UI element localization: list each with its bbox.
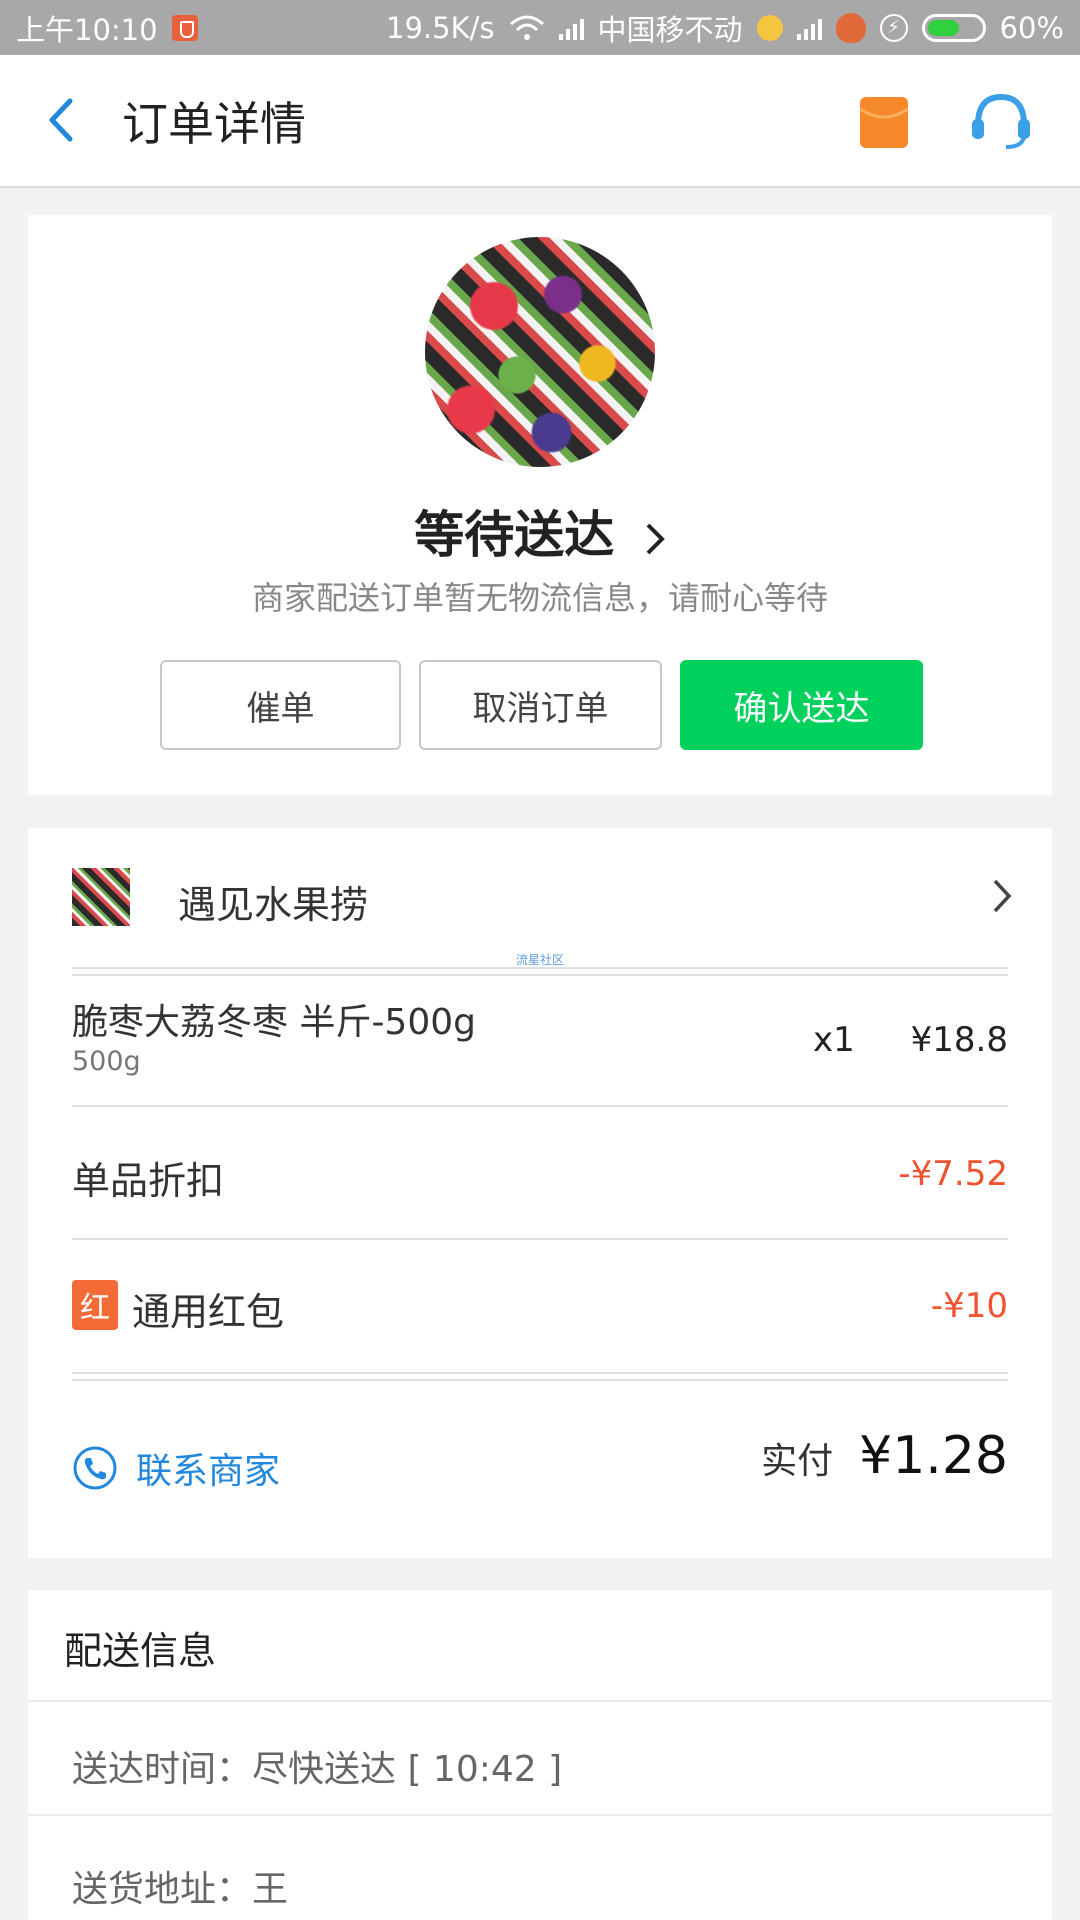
carrier-name: 中国移不动 bbox=[597, 12, 743, 47]
red-packet-label: 通用红包 bbox=[132, 1290, 285, 1334]
status-bar: 上午10:10 19.5K/s 中国移不动 ⚡ 60% bbox=[0, 0, 1080, 55]
divider bbox=[72, 1372, 1008, 1374]
paid-label: 实付 bbox=[761, 1441, 834, 1482]
discount-label: 单品折扣 bbox=[72, 1159, 225, 1203]
confirm-delivery-button[interactable]: 确认送达 bbox=[680, 660, 923, 750]
divider bbox=[72, 1238, 1008, 1240]
status-time: 上午10:10 bbox=[16, 12, 158, 47]
discount-amount: -¥7.52 bbox=[898, 1154, 1008, 1194]
signal-icon-2 bbox=[796, 16, 822, 40]
chevron-right-icon bbox=[993, 879, 1012, 913]
shop-avatar bbox=[425, 237, 655, 467]
signal-icon bbox=[558, 16, 584, 40]
page-title: 订单详情 bbox=[122, 97, 306, 151]
phone-icon bbox=[73, 1446, 117, 1490]
divider bbox=[72, 967, 1008, 969]
cancel-order-button[interactable]: 取消订单 bbox=[419, 660, 662, 750]
item-price: ¥18.8 bbox=[910, 1020, 1008, 1060]
divider bbox=[72, 974, 1008, 976]
contact-merchant-link[interactable]: 联系商家 bbox=[72, 1443, 280, 1493]
status-bar-left: 上午10:10 bbox=[16, 7, 198, 49]
delivery-info-card: 配送信息 送达时间：尽快送达 [ 10:42 ] 送货地址：王 bbox=[28, 1590, 1052, 1920]
battery-icon bbox=[921, 13, 986, 42]
battery-percent: 60% bbox=[999, 10, 1064, 45]
delivery-title: 配送信息 bbox=[64, 1629, 217, 1673]
red-packet-tag: 红 bbox=[72, 1280, 118, 1330]
divider bbox=[28, 1814, 1052, 1816]
shop-name: 遇见水果捞 bbox=[178, 883, 369, 927]
back-arrow-icon[interactable] bbox=[38, 95, 88, 145]
network-speed: 19.5K/s bbox=[386, 10, 495, 45]
shopping-bag-icon[interactable] bbox=[858, 95, 910, 150]
customer-service-icon[interactable] bbox=[968, 91, 1034, 151]
red-packet-amount: -¥10 bbox=[930, 1286, 1008, 1326]
delivery-address: 送货地址：王 bbox=[72, 1869, 289, 1910]
divider bbox=[72, 1105, 1008, 1107]
item-spec: 500g bbox=[72, 1046, 141, 1077]
order-status-card: 等待送达 商家配送订单暂无物流信息，请耐心等待 催单 取消订单 确认送达 bbox=[28, 215, 1052, 795]
battery-level bbox=[927, 19, 959, 36]
charging-icon: ⚡ bbox=[879, 13, 908, 42]
paid-total: 实付 ¥1.28 bbox=[761, 1426, 1008, 1486]
order-detail-card: 遇见水果捞 流星社区 脆枣大荔冬枣 半斤-500g 500g x1 ¥18.8 … bbox=[28, 828, 1052, 1558]
devil-face-icon bbox=[835, 12, 866, 43]
order-status-subtitle: 商家配送订单暂无物流信息，请耐心等待 bbox=[251, 579, 828, 617]
urge-order-button[interactable]: 催单 bbox=[160, 660, 401, 750]
shop-thumbnail bbox=[72, 868, 130, 926]
item-name: 脆枣大荔冬枣 半斤-500g bbox=[72, 1002, 476, 1043]
order-status-title[interactable]: 等待送达 bbox=[28, 495, 1052, 567]
order-status-text: 等待送达 bbox=[414, 506, 615, 564]
delivery-time: 送达时间：尽快送达 [ 10:42 ] bbox=[72, 1749, 563, 1790]
contact-merchant-label: 联系商家 bbox=[136, 1451, 281, 1492]
shop-row[interactable]: 遇见水果捞 bbox=[72, 868, 1012, 928]
divider bbox=[72, 1379, 1008, 1381]
grin-emoji-icon bbox=[756, 14, 783, 41]
wifi-icon bbox=[509, 15, 544, 40]
chevron-right-icon bbox=[646, 523, 665, 554]
header: 订单详情 bbox=[0, 55, 1080, 188]
item-quantity: x1 bbox=[813, 1020, 855, 1060]
watermark: 流星社区 bbox=[515, 953, 564, 967]
paid-value: ¥1.28 bbox=[859, 1426, 1008, 1486]
status-bar-right: 19.5K/s 中国移不动 ⚡ 60% bbox=[386, 7, 1064, 49]
divider bbox=[28, 1700, 1052, 1702]
security-shield-icon bbox=[171, 14, 198, 41]
